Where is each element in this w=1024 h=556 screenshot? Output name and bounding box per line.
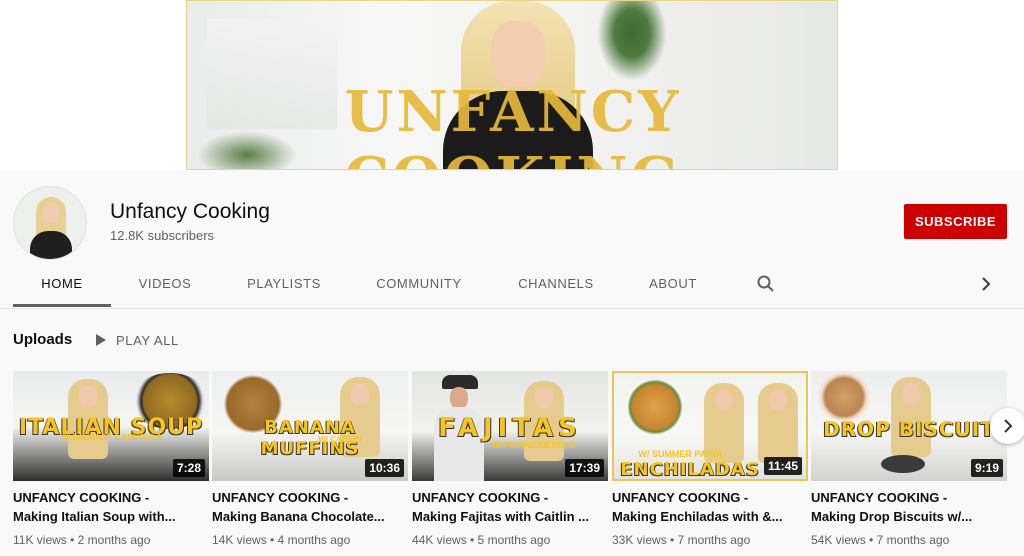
subscribe-button[interactable]: SUBSCRIBE — [904, 204, 1007, 239]
shelf-title[interactable]: Uploads — [13, 331, 72, 348]
tab-playlists[interactable]: PLAYLISTS — [238, 270, 330, 306]
video-meta: 14K views • 4 months ago — [212, 533, 351, 547]
video-thumbnail[interactable]: FAJITAS W/ PRODUCER EDDIE 17:39 — [412, 371, 608, 481]
video-duration: 7:28 — [172, 459, 205, 477]
video-meta: 44K views • 5 months ago — [412, 533, 551, 547]
active-tab-indicator — [13, 304, 111, 307]
video-thumbnail[interactable]: DROP BISCUIT 9:19 — [811, 371, 1007, 481]
video-card[interactable]: BANANA MUFFINS W/ CAITLIN 10:36 UNFANCY … — [212, 371, 408, 547]
thumbnail-subtitle-text: W/ SAUSAGE & ARUGULA — [60, 433, 162, 442]
video-duration: 10:36 — [365, 459, 404, 477]
video-card[interactable]: FAJITAS W/ PRODUCER EDDIE 17:39 UNFANCY … — [412, 371, 608, 547]
chevron-right-icon[interactable] — [976, 274, 996, 294]
channel-tabs: HOME VIDEOS PLAYLISTS COMMUNITY CHANNELS… — [0, 270, 1024, 308]
video-duration: 9:19 — [970, 459, 1003, 477]
video-title[interactable]: UNFANCY COOKING - Making Italian Soup wi… — [13, 488, 193, 526]
video-title[interactable]: UNFANCY COOKING - Making Drop Biscuits w… — [811, 488, 991, 526]
search-icon[interactable] — [756, 274, 776, 294]
video-thumbnail[interactable]: W/ SUMMER PARDI ENCHILADAS 11:45 — [612, 371, 808, 481]
channel-header: Unfancy Cooking 12.8K subscribers SUBSCR… — [0, 170, 1024, 308]
channel-avatar[interactable] — [13, 186, 87, 260]
banner-plant-art — [597, 1, 667, 81]
tab-about[interactable]: ABOUT — [640, 270, 706, 306]
thumbnail-subtitle-text: W/ CAITLIN — [318, 435, 362, 444]
shelf-next-button[interactable] — [990, 408, 1024, 444]
thumbnail-title-text: ENCHILADAS — [620, 459, 760, 480]
video-card[interactable]: DROP BISCUIT 9:19 UNFANCY COOKING - Maki… — [811, 371, 1007, 547]
video-title[interactable]: UNFANCY COOKING - Making Banana Chocolat… — [212, 488, 392, 526]
thumbnail-subtitle-text: W/ SUMMER PARDI — [638, 449, 722, 459]
thumbnail-title-text: DROP BISCUIT — [823, 417, 995, 441]
tab-channels[interactable]: CHANNELS — [508, 270, 604, 306]
play-all-label: PLAY ALL — [116, 332, 179, 348]
chevron-right-icon — [1004, 419, 1013, 433]
header-divider — [0, 308, 1024, 309]
video-card[interactable]: W/ SUMMER PARDI ENCHILADAS 11:45 UNFANCY… — [612, 371, 808, 547]
channel-banner: UNFANCY COOKING — [186, 0, 838, 170]
video-title[interactable]: UNFANCY COOKING - Making Enchiladas with… — [612, 488, 792, 526]
video-duration: 17:39 — [565, 459, 604, 477]
tab-community[interactable]: COMMUNITY — [364, 270, 474, 306]
subscriber-count: 12.8K subscribers — [110, 228, 215, 243]
video-title[interactable]: UNFANCY COOKING - Making Fajitas with Ca… — [412, 488, 592, 526]
video-thumbnail[interactable]: ITALIAN SOUP W/ SAUSAGE & ARUGULA 7:28 — [13, 371, 209, 481]
channel-banner-area: UNFANCY COOKING — [0, 0, 1024, 170]
play-all-button[interactable]: PLAY ALL — [96, 331, 179, 349]
banner-title: UNFANCY COOKING — [344, 79, 682, 169]
video-duration: 11:45 — [763, 457, 802, 475]
video-card[interactable]: ITALIAN SOUP W/ SAUSAGE & ARUGULA 7:28 U… — [13, 371, 209, 547]
video-meta: 11K views • 2 months ago — [13, 533, 151, 547]
channel-name: Unfancy Cooking — [110, 200, 270, 223]
tab-videos[interactable]: VIDEOS — [125, 270, 205, 306]
tab-home[interactable]: HOME — [13, 270, 111, 306]
video-thumbnail[interactable]: BANANA MUFFINS W/ CAITLIN 10:36 — [212, 371, 408, 481]
thumbnail-title-text: FAJITAS — [438, 413, 582, 443]
play-icon — [96, 334, 106, 346]
thumbnail-subtitle-text: W/ PRODUCER EDDIE — [491, 441, 577, 450]
video-meta: 54K views • 7 months ago — [811, 533, 950, 547]
video-meta: 33K views • 7 months ago — [612, 533, 751, 547]
